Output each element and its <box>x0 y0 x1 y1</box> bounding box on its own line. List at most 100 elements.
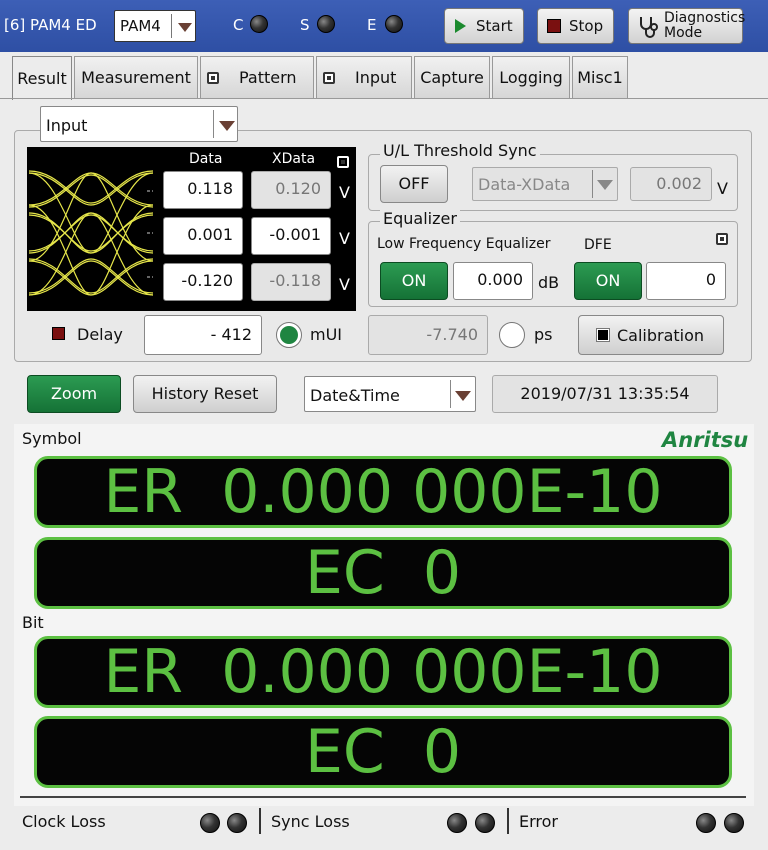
unit-label: V <box>339 229 350 248</box>
mui-radio[interactable] <box>276 322 302 348</box>
threshold-sync-title: U/L Threshold Sync <box>380 141 540 160</box>
data-column-label: Data <box>189 151 223 167</box>
start-button-label: Start <box>476 17 513 35</box>
ps-radio[interactable] <box>499 322 525 348</box>
chevron-down-icon <box>219 121 235 131</box>
unit-label: V <box>339 183 350 202</box>
threshold-sync-toggle[interactable]: OFF <box>380 165 448 203</box>
calibration-label: Calibration <box>617 326 705 345</box>
mode-select[interactable]: PAM4 <box>114 10 196 42</box>
sync-loss-label: Sync Loss <box>271 812 350 831</box>
eye-diagram-icon <box>29 170 153 296</box>
input-source-value: Input <box>46 116 88 135</box>
tab-misc1[interactable]: Misc1 <box>572 56 628 98</box>
instrument-title: [6] PAM4 ED <box>4 16 97 34</box>
symbol-error-count-display: EC 0 <box>34 537 732 609</box>
dfe-value-field[interactable]: 0 <box>646 262 726 300</box>
tab-measurement-label: Measurement <box>81 68 191 87</box>
threshold-sync-value: 0.002 <box>630 167 712 201</box>
tab-input[interactable]: Input <box>316 56 412 98</box>
eye-diagram-panel: Data XData 0.118 0.120 V 0.001 -0.001 V … <box>27 147 356 311</box>
dfe-label: DFE <box>584 237 612 253</box>
chevron-down-icon <box>455 391 471 401</box>
bit-error-rate-display: ER 0.000 000E-10 <box>34 636 732 708</box>
diagnostics-mode-button[interactable]: Diagnostics Mode <box>628 8 746 44</box>
play-icon <box>455 19 466 33</box>
grouped-badge-icon <box>716 233 728 245</box>
equalizer-title: Equalizer <box>380 209 460 228</box>
xdata-threshold-lower: -0.118 <box>251 263 331 301</box>
error-led-icon <box>724 813 744 833</box>
error-led-icon <box>385 15 403 33</box>
lfe-label: Low Frequency Equalizer <box>377 236 551 252</box>
data-threshold-lower[interactable]: -0.120 <box>163 263 243 301</box>
history-reset-button[interactable]: History Reset <box>133 375 277 413</box>
grouped-badge-icon <box>323 71 335 84</box>
clock-loss-led-icon <box>227 813 247 833</box>
tab-misc1-label: Misc1 <box>577 68 623 87</box>
input-source-select[interactable]: Input <box>40 106 238 142</box>
xdata-threshold-upper: 0.120 <box>251 171 331 209</box>
tab-underline <box>0 98 768 99</box>
ps-unit-label: ps <box>534 325 553 344</box>
xdata-column-label: XData <box>272 151 316 167</box>
time-format-select[interactable]: Date&Time <box>304 376 476 412</box>
timestamp-display: 2019/07/31 13:35:54 <box>492 375 718 413</box>
status-separator <box>507 808 509 834</box>
tab-pattern-label: Pattern <box>239 68 297 87</box>
xdata-threshold-middle[interactable]: -0.001 <box>251 217 331 255</box>
chevron-down-icon <box>597 180 613 190</box>
chevron-down-icon <box>178 23 192 32</box>
tab-measurement[interactable]: Measurement <box>74 56 198 98</box>
lfe-unit: dB <box>538 273 560 292</box>
mode-select-value: PAM4 <box>120 17 161 35</box>
time-format-value: Date&Time <box>310 386 400 405</box>
tab-result[interactable]: Result <box>12 56 72 100</box>
data-threshold-upper[interactable]: 0.118 <box>163 171 243 209</box>
tab-logging-label: Logging <box>499 68 563 87</box>
lfe-value-field[interactable]: 0.000 <box>453 262 533 300</box>
status-separator <box>259 808 261 834</box>
indicator-s-label: S <box>300 16 310 34</box>
threshold-sync-select-value: Data-XData <box>478 175 571 194</box>
diagnostics-label-line1: Diagnostics <box>664 10 746 26</box>
bit-section-label: Bit <box>22 613 44 632</box>
calibration-button[interactable]: Calibration <box>578 315 724 355</box>
stethoscope-icon <box>640 17 658 38</box>
diagnostics-label-line2: Mode <box>664 25 703 41</box>
indicator-c-label: C <box>233 16 244 34</box>
sync-led-icon <box>317 15 335 33</box>
zoom-button[interactable]: Zoom <box>27 375 121 413</box>
bit-error-count-display: EC 0 <box>34 716 732 788</box>
tab-capture[interactable]: Capture <box>414 56 490 98</box>
delay-checkbox[interactable] <box>52 327 65 340</box>
clock-loss-label: Clock Loss <box>22 812 106 831</box>
grouped-badge-icon <box>337 156 349 168</box>
symbol-error-rate-display: ER 0.000 000E-10 <box>34 456 732 528</box>
unit-label: V <box>339 275 350 294</box>
calibration-checkbox-icon <box>596 328 610 342</box>
anritsu-logo: Anritsu <box>662 428 749 452</box>
tab-pattern[interactable]: Pattern <box>200 56 314 98</box>
data-threshold-middle[interactable]: 0.001 <box>163 217 243 255</box>
clock-loss-led-icon <box>200 813 220 833</box>
tab-result-label: Result <box>17 69 67 88</box>
clock-led-icon <box>250 15 268 33</box>
symbol-section-label: Symbol <box>22 429 82 448</box>
ps-value-field: -7.740 <box>368 315 488 355</box>
dfe-toggle[interactable]: ON <box>574 262 642 300</box>
lfe-toggle[interactable]: ON <box>380 262 448 300</box>
threshold-sync-select: Data-XData <box>472 167 618 201</box>
delay-value-field[interactable]: - 412 <box>144 315 262 355</box>
grouped-badge-icon <box>207 71 219 84</box>
threshold-sync-unit: V <box>717 179 728 198</box>
stop-button-label: Stop <box>569 17 604 35</box>
stop-button[interactable]: Stop <box>537 8 614 44</box>
mui-unit-label: mUI <box>310 325 343 344</box>
tab-logging[interactable]: Logging <box>492 56 570 98</box>
indicator-e-label: E <box>367 16 377 34</box>
start-button[interactable]: Start <box>444 8 524 44</box>
error-status-label: Error <box>519 812 558 831</box>
error-led-icon <box>696 813 716 833</box>
sync-loss-led-icon <box>447 813 467 833</box>
